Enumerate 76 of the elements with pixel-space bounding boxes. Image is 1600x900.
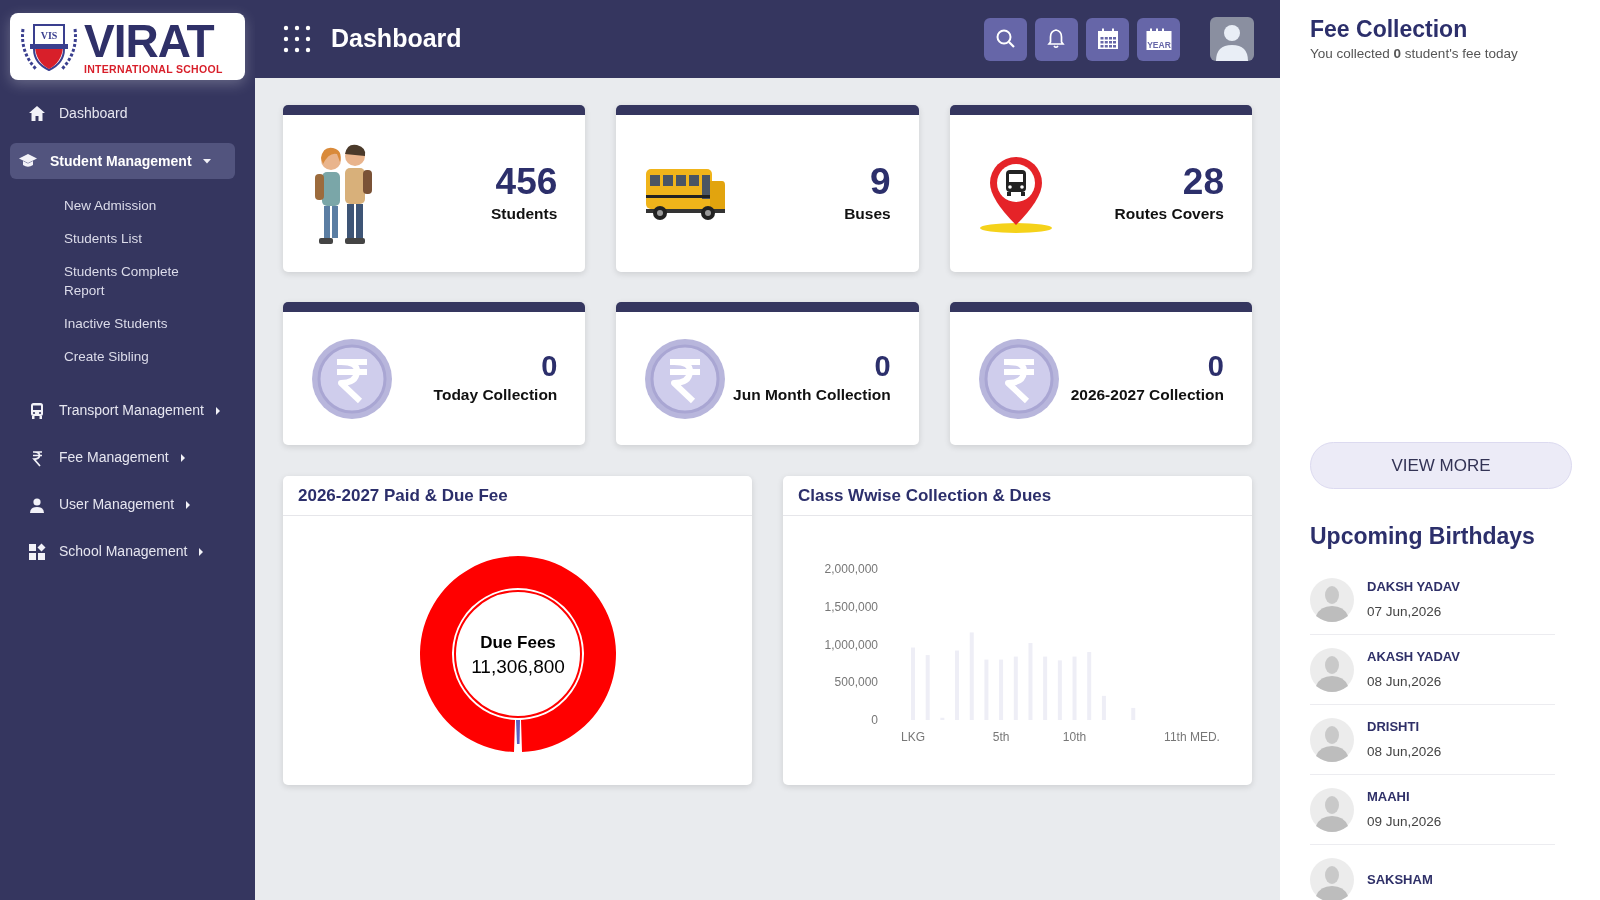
- sidebar-subitem[interactable]: New Admission: [0, 189, 255, 222]
- section-title: Upcoming Birthdays: [1310, 521, 1536, 551]
- avatar-placeholder-icon: [1310, 857, 1354, 900]
- person-name: SAKSHAM: [1367, 871, 1433, 890]
- person-name: DAKSH YADAV: [1367, 577, 1460, 596]
- year-calendar-icon: [1146, 28, 1171, 50]
- axis-tick-label: 11th MED.: [1164, 730, 1220, 744]
- user-avatar[interactable]: [1210, 17, 1254, 61]
- chart-center-value: 11,306,800: [470, 656, 565, 677]
- section-title: Fee Collection: [1310, 16, 1469, 44]
- sidebar-subitem[interactable]: Create Sibling: [0, 340, 255, 373]
- header-button[interactable]: YEAR: [1137, 17, 1180, 61]
- stat-label: Jun Month Collection: [733, 384, 891, 405]
- widgets-icon: [28, 542, 46, 561]
- user-icon: [28, 495, 46, 514]
- header-button[interactable]: [1086, 17, 1129, 61]
- sidebar-item[interactable]: Dashboard: [10, 90, 245, 137]
- summary-text: You collected 0 student's fee today: [1310, 44, 1519, 63]
- avatar-placeholder-icon: [1310, 787, 1354, 832]
- birthday-date: 08 Jun,2026: [1367, 743, 1442, 762]
- axis-tick-label: 1,000,000: [824, 637, 878, 652]
- stat-value: 0: [1206, 350, 1224, 383]
- icon-label: YEAR: [1146, 39, 1171, 49]
- home-icon: [28, 104, 46, 123]
- bus-icon: [28, 401, 46, 420]
- axis-tick-label: 0: [871, 713, 878, 727]
- sidebar-item[interactable]: School Management: [10, 528, 245, 575]
- header-button[interactable]: [1035, 17, 1078, 61]
- stat-value: 28: [1181, 161, 1224, 203]
- sidebar-subitem[interactable]: Students List: [0, 222, 255, 255]
- birthday-date: 08 Jun,2026: [1367, 673, 1443, 692]
- stat-value: 9: [869, 161, 891, 203]
- page-title: Dashboard: [331, 23, 462, 55]
- stat-value: 456: [494, 161, 558, 203]
- sidebar-subitem[interactable]: Students Complete Report: [0, 255, 200, 307]
- avatar-placeholder-icon: [1310, 717, 1354, 762]
- stat-label: 2026-2027 Collection: [1070, 384, 1224, 405]
- avatar-placeholder-icon: [1310, 577, 1354, 622]
- axis-tick-label: 2,000,000: [824, 562, 878, 576]
- chart-center-label: Due Fees: [479, 633, 556, 652]
- person-name: DRISHTI: [1367, 717, 1420, 736]
- person-name: AKASH YADAV: [1367, 647, 1460, 666]
- stat-value: 0: [873, 350, 891, 383]
- apps-grid-icon[interactable]: [283, 25, 311, 53]
- sidebar-item[interactable]: Transport Management: [10, 387, 245, 434]
- stat-label: Students: [491, 204, 558, 225]
- person-name: MAAHI: [1367, 787, 1411, 806]
- stat-label: Routes Covers: [1114, 204, 1224, 225]
- rupee-coin-icon: [644, 337, 727, 420]
- calendar-icon: [1096, 27, 1119, 51]
- avatar-placeholder-icon: [1310, 647, 1354, 692]
- stat-label: Buses: [844, 204, 891, 225]
- logo-subtitle: INTERNATIONAL SCHOOL: [84, 64, 223, 75]
- card-title: Class Wwise Collection & Dues: [798, 484, 1052, 507]
- birthday-date: 07 Jun,2026: [1367, 603, 1443, 622]
- rupee-coin-icon: [311, 337, 393, 420]
- rupee-coin-icon: [977, 337, 1060, 420]
- header-button[interactable]: [984, 17, 1027, 61]
- sidebar-item[interactable]: User Management: [10, 481, 245, 528]
- stat-label: Today Collection: [433, 384, 558, 405]
- axis-tick-label: 10th: [1062, 730, 1087, 744]
- view-more-button[interactable]: VIEW MORE: [1310, 441, 1572, 489]
- crest-text: VIS: [40, 29, 58, 41]
- birthday-date: 09 Jun,2026: [1367, 813, 1442, 832]
- school-crest-icon: [21, 23, 77, 71]
- sidebar-item[interactable]: Fee Management: [10, 434, 245, 481]
- axis-tick-label: 5th: [992, 730, 1010, 744]
- logo-title: VIRAT: [84, 18, 214, 65]
- stat-value: 0: [540, 350, 558, 383]
- axis-tick-label: 1,500,000: [824, 599, 878, 614]
- axis-tick-label: LKG: [901, 730, 925, 744]
- card-title: 2026-2027 Paid & Due Fee: [298, 484, 508, 507]
- sidebar-subitem[interactable]: Inactive Students: [0, 307, 255, 340]
- sidebar-item[interactable]: Student Management: [10, 143, 235, 179]
- axis-tick-label: 500,000: [834, 675, 878, 690]
- graduation-cap-icon: [19, 152, 37, 170]
